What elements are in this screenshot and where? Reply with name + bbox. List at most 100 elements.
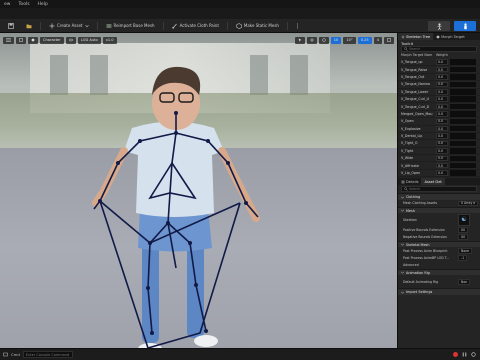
morph-weight-slider[interactable] xyxy=(450,118,476,125)
morph-search-input[interactable]: Search xyxy=(401,46,477,52)
save-button[interactable] xyxy=(4,21,18,30)
scale-snap-button[interactable]: 0.25 xyxy=(357,36,372,44)
make-static-mesh-button[interactable]: Make Static Mesh xyxy=(232,21,283,30)
morph-weight-input[interactable]: 0.0 xyxy=(436,59,448,65)
reimport-base-mesh-button[interactable]: Reimport Base Mesh xyxy=(102,21,159,30)
morph-weight-slider[interactable] xyxy=(450,81,476,88)
morph-weight-input[interactable]: 0.0 xyxy=(436,140,448,147)
details-property-value[interactable]: Non xyxy=(458,279,471,285)
morph-target-row[interactable]: V_Open 0.0 xyxy=(398,118,480,126)
morph-weight-slider[interactable] xyxy=(450,162,476,169)
morph-weight-input[interactable]: 0.0 xyxy=(436,111,448,117)
morph-target-row[interactable]: V_Lip_Open 0.0 xyxy=(398,170,480,178)
details-property-value[interactable]: X0 xyxy=(458,234,469,240)
camera-speed-button[interactable]: 4 xyxy=(373,36,382,44)
morph-target-row[interactable]: V_Tongue_Curl_U 0.0 xyxy=(398,96,480,104)
menu-item-tools[interactable]: Tools xyxy=(18,2,29,7)
col-morph-name[interactable]: Morph Target Nam xyxy=(398,53,436,59)
morph-weight-input[interactable]: 0.0 xyxy=(436,89,448,95)
morph-target-row[interactable]: V_Tight_O 0.0 xyxy=(398,140,480,148)
morph-weight-input[interactable]: 0.0 xyxy=(436,118,448,125)
tab-morph-target[interactable]: Morph Target xyxy=(433,33,468,40)
menu-item-window[interactable]: ew xyxy=(4,2,10,7)
details-search-input[interactable]: Search xyxy=(401,186,477,193)
morph-weight-input[interactable]: 0.0 xyxy=(436,170,448,176)
details-section-header[interactable]: Import Settings xyxy=(398,288,480,295)
grid-snap-button[interactable]: 10 xyxy=(330,36,342,44)
viewport[interactable]: Character LOD Auto x1.0 10 10° 0.25 4 xyxy=(0,33,397,348)
morph-weight-input[interactable]: 0.0 xyxy=(436,66,448,73)
morph-target-row[interactable]: V_Tongue_Out 0.0 xyxy=(398,74,480,82)
menu-item-help[interactable]: Help xyxy=(38,2,48,7)
morph-weight-slider[interactable] xyxy=(450,74,476,80)
col-weight[interactable]: Weight xyxy=(436,53,448,59)
rotate-tool-button[interactable] xyxy=(318,36,329,44)
morph-weight-input[interactable]: 0.0 xyxy=(436,103,448,110)
record-icon[interactable] xyxy=(453,352,458,357)
maximize-viewport-button[interactable] xyxy=(384,36,394,44)
mesh-mode-button[interactable] xyxy=(454,21,476,31)
viewport-options-button[interactable] xyxy=(3,36,14,44)
morph-weight-slider[interactable] xyxy=(450,111,476,117)
rotation-snap-button[interactable]: 10° xyxy=(343,36,356,44)
morph-target-row[interactable]: V_Affricate 0.0 xyxy=(398,162,480,170)
morph-target-row[interactable]: V_Explosive 0.0 xyxy=(398,125,480,133)
skeleton-thumbnail-icon[interactable]: ☯ xyxy=(458,213,470,226)
pause-icon[interactable] xyxy=(462,352,467,357)
morph-weight-input[interactable]: 0.0 xyxy=(436,96,448,102)
morph-weight-input[interactable]: 0.0 xyxy=(436,155,448,162)
lit-mode-button[interactable] xyxy=(28,36,38,44)
morph-weight-input[interactable]: 0.0 xyxy=(436,148,448,154)
content-drawer-button[interactable] xyxy=(3,352,8,358)
details-property-value[interactable]: -1 xyxy=(458,255,468,261)
morph-target-row[interactable]: V_Tongue_Raise 0.0 xyxy=(398,66,480,74)
tab-skeleton-tree[interactable]: Skeleton Tree xyxy=(398,33,434,40)
morph-weight-input[interactable]: 0.0 xyxy=(436,133,448,139)
show-menu-button[interactable] xyxy=(65,36,76,44)
morph-target-row[interactable]: V_Wide 0.0 xyxy=(398,155,480,163)
morph-target-name: V_Tongue_Raise xyxy=(401,67,428,72)
more-options-button[interactable] xyxy=(292,21,303,30)
morph-weight-slider[interactable] xyxy=(450,170,476,176)
source-control-icon[interactable] xyxy=(471,352,476,357)
details-property-value[interactable]: X0 xyxy=(458,227,469,233)
morph-weight-slider[interactable] xyxy=(450,125,476,132)
activate-cloth-paint-button[interactable]: Activate Cloth Paint xyxy=(168,21,223,30)
character-preview[interactable] xyxy=(0,33,397,348)
morph-target-row[interactable]: V_Tight 0.0 xyxy=(398,148,480,156)
morph-weight-slider[interactable] xyxy=(450,59,476,65)
morph-weight-slider[interactable] xyxy=(450,133,476,139)
morph-target-row[interactable]: V_Tongue_up 0.0 xyxy=(398,59,480,67)
details-property-value[interactable]: 0 Array e xyxy=(458,200,479,207)
details-property-value[interactable]: None xyxy=(458,248,473,254)
tab-details[interactable]: Details xyxy=(398,178,421,185)
skeleton-mode-button[interactable] xyxy=(428,21,450,31)
lod-menu-button[interactable]: LOD Auto xyxy=(77,36,101,44)
cmd-dropdown[interactable]: Cmd xyxy=(11,352,20,357)
morph-target-row[interactable]: V_Tongue_Curl_D 0.0 xyxy=(398,103,480,111)
morph-weight-input[interactable]: 0.0 xyxy=(436,74,448,80)
morph-weight-slider[interactable] xyxy=(450,155,476,162)
move-tool-button[interactable] xyxy=(306,36,317,44)
morph-weight-input[interactable]: 0.0 xyxy=(436,125,448,132)
create-asset-button[interactable]: Create Asset xyxy=(45,21,93,30)
morph-weight-slider[interactable] xyxy=(450,66,476,73)
character-menu-button[interactable]: Character xyxy=(40,36,64,44)
morph-weight-slider[interactable] xyxy=(450,140,476,147)
morph-weight-slider[interactable] xyxy=(450,103,476,110)
playback-speed-button[interactable]: x1.0 xyxy=(102,36,117,44)
perspective-button[interactable] xyxy=(16,36,26,44)
morph-target-row[interactable]: V_Tongue_Lower 0.0 xyxy=(398,89,480,96)
tab-asset-details[interactable]: Asset Det xyxy=(421,178,445,186)
morph-target-row[interactable]: Merged_Open_Mou 0.0 xyxy=(398,111,480,119)
morph-weight-input[interactable]: 0.0 xyxy=(436,162,448,169)
morph-weight-slider[interactable] xyxy=(450,89,476,95)
morph-weight-input[interactable]: 0.0 xyxy=(436,81,448,88)
morph-target-row[interactable]: V_Dental_Lip 0.0 xyxy=(398,133,480,141)
morph-weight-slider[interactable] xyxy=(450,96,476,102)
browse-button[interactable] xyxy=(22,21,36,30)
select-tool-button[interactable] xyxy=(294,36,305,44)
morph-weight-slider[interactable] xyxy=(450,148,476,154)
console-command-input[interactable]: Enter Console Command xyxy=(22,351,73,358)
morph-target-row[interactable]: V_Tongue_Narrow 0.0 xyxy=(398,81,480,89)
